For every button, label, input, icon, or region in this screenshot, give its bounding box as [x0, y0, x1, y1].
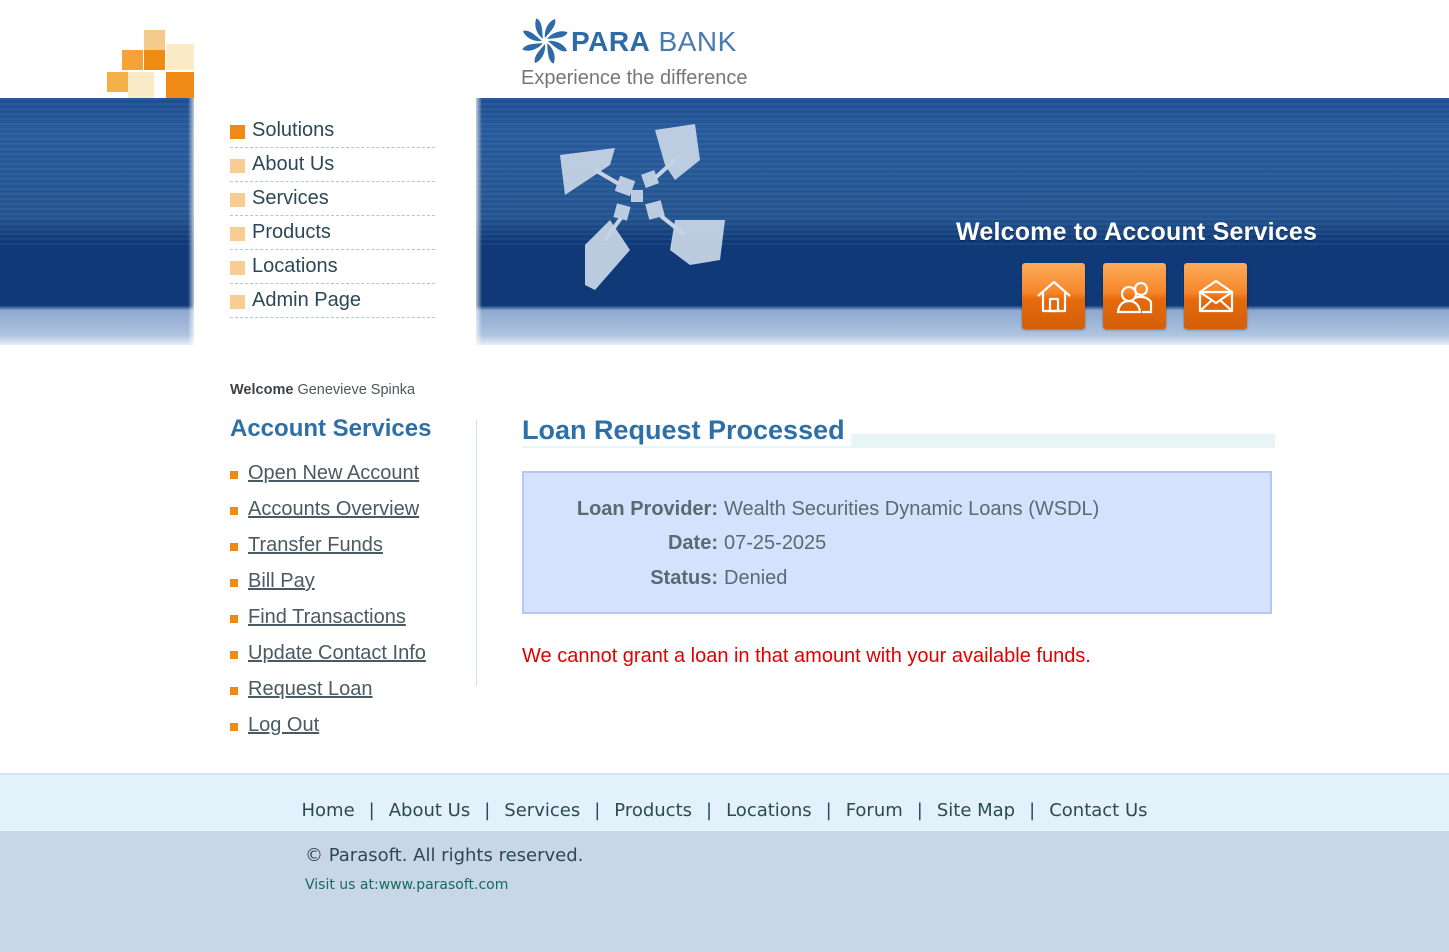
request-loan-link[interactable]: Request Loan [248, 678, 373, 701]
page-title: Loan Request Processed [522, 415, 851, 446]
envelope-icon [1198, 279, 1234, 313]
footer-bottom [0, 831, 1449, 952]
orange-bullet-icon [230, 615, 238, 623]
orange-bullet-icon [230, 471, 238, 479]
loan-provider-value: Wealth Securities Dynamic Loans (WSDL) [724, 498, 1100, 520]
header-nav-item-solutions[interactable]: Solutions [230, 114, 435, 148]
orange-bullet-icon [230, 651, 238, 659]
visit-us-line: Visit us at:www.parasoft.com [305, 877, 508, 893]
footer-link-about-us[interactable]: About Us [389, 800, 471, 821]
decorative-blocks-logo [107, 30, 194, 98]
header-nav-label[interactable]: Services [252, 187, 329, 210]
banner-arrows-graphic [560, 124, 725, 290]
header-nav-item-admin-page[interactable]: Admin Page [230, 284, 435, 318]
orange-square-icon [230, 125, 245, 139]
accounts-overview-link[interactable]: Accounts Overview [248, 498, 419, 521]
account-services-title: Account Services [230, 415, 432, 442]
user-welcome: Welcome Genevieve Spinka [230, 382, 415, 398]
square-bullet-icon [230, 227, 245, 241]
footer-separator: | [484, 800, 491, 821]
update-contact-info-link[interactable]: Update Contact Info [248, 642, 426, 665]
footer-link-products[interactable]: Products [614, 800, 692, 821]
date-label: Date: [667, 532, 718, 554]
header-nav-label[interactable]: Admin Page [252, 289, 361, 312]
footer-separator: | [916, 800, 923, 821]
open-new-account-link[interactable]: Open New Account [248, 462, 419, 485]
footer-link-locations[interactable]: Locations [726, 800, 812, 821]
loan-provider-label: Loan Provider: [576, 498, 718, 520]
orange-bullet-icon [230, 579, 238, 587]
find-transactions-link[interactable]: Find Transactions [248, 606, 406, 629]
square-bullet-icon [230, 261, 245, 275]
footer-separator: | [368, 800, 375, 821]
transfer-funds-link[interactable]: Transfer Funds [248, 534, 383, 557]
bill-pay-link[interactable]: Bill Pay [248, 570, 315, 593]
footer-nav: Home | About Us | Services | Products | Location… [0, 800, 1449, 821]
loan-provider-row: Loan Provider: Wealth Securities Dynamic… [524, 498, 1270, 528]
status-value: Denied [724, 567, 788, 589]
header-nav-label[interactable]: Locations [252, 255, 338, 278]
user-name: Genevieve Spinka [297, 382, 416, 398]
copyright-text: © Parasoft. All rights reserved. [305, 845, 584, 866]
footer-link-contact-us[interactable]: Contact Us [1049, 800, 1147, 821]
orange-bullet-icon [230, 723, 238, 731]
contact-people-icon [1116, 281, 1153, 314]
date-row: Date: 07-25-2025 [524, 532, 1270, 562]
tagline: Experience the difference [521, 67, 748, 89]
parasoft-website-link[interactable]: www.parasoft.com [379, 877, 509, 893]
square-bullet-icon [230, 159, 245, 173]
header-nav-item-about-us[interactable]: About Us [230, 148, 435, 182]
status-label: Status: [650, 567, 718, 589]
orange-bullet-icon [230, 543, 238, 551]
footer-link-services[interactable]: Services [504, 800, 580, 821]
square-bullet-icon [230, 193, 245, 207]
status-row: Status: Denied [524, 567, 1270, 597]
orange-bullet-icon [230, 687, 238, 695]
header-nav-label[interactable]: Solutions [252, 119, 334, 142]
footer-link-site-map[interactable]: Site Map [937, 800, 1015, 821]
header-nav-item-products[interactable]: Products [230, 216, 435, 250]
brand-name: PARA BANK [571, 26, 737, 58]
log-out-link[interactable]: Log Out [248, 714, 319, 737]
footer-link-forum[interactable]: Forum [846, 800, 903, 821]
brand-name-para: PARA [571, 26, 651, 57]
header-nav-label[interactable]: Products [252, 221, 331, 244]
brand-name-bank: BANK [658, 26, 737, 57]
date-value: 07-25-2025 [724, 532, 827, 554]
about-us-button[interactable] [1103, 263, 1166, 329]
footer-separator: | [1029, 800, 1036, 821]
header-nav: Solutions About Us Services Products Loc… [230, 114, 435, 318]
parabank-swirl-icon [522, 18, 568, 64]
square-bullet-icon [230, 295, 245, 309]
header-nav-item-locations[interactable]: Locations [230, 250, 435, 284]
footer-link-home[interactable]: Home [301, 800, 354, 821]
contact-button[interactable] [1184, 263, 1247, 329]
visit-prefix: Visit us at: [305, 877, 379, 893]
footer-separator: | [594, 800, 601, 821]
loan-error-message: We cannot grant a loan in that amount wi… [522, 645, 1091, 667]
orange-bullet-icon [230, 507, 238, 515]
welcome-label: Welcome [230, 382, 294, 398]
banner-welcome-text: Welcome to Account Services [956, 218, 1318, 246]
header-nav-item-services[interactable]: Services [230, 182, 435, 216]
home-button[interactable] [1022, 263, 1085, 329]
home-icon [1037, 280, 1071, 313]
footer-separator: | [706, 800, 713, 821]
header-nav-label[interactable]: About Us [252, 153, 334, 176]
footer-separator: | [825, 800, 832, 821]
sidebar-divider [476, 420, 477, 686]
loan-result-panel: Loan Provider: Wealth Securities Dynamic… [522, 471, 1272, 614]
